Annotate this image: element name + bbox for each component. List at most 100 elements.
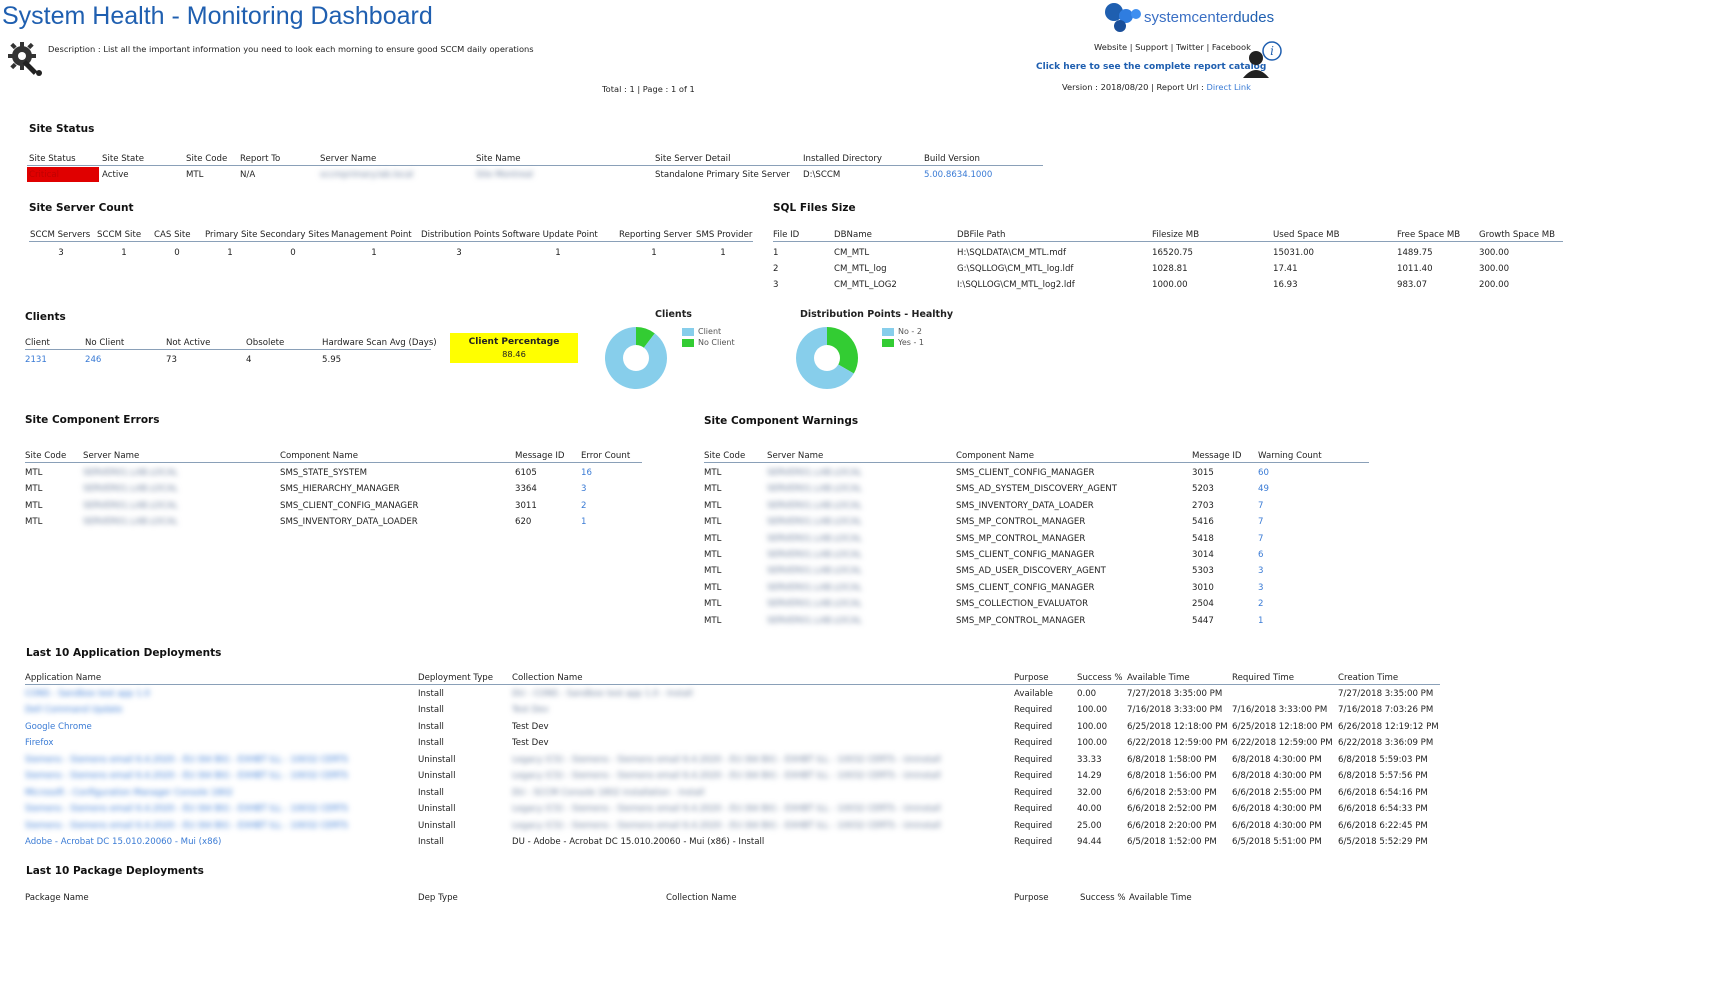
sql-cell: 1 <box>773 248 779 258</box>
application-name-link[interactable]: Google Chrome <box>25 722 92 732</box>
deployment-type-cell: Install <box>418 787 444 798</box>
available-time-cell: 6/6/2018 2:20:00 PM <box>1127 820 1217 831</box>
donut-hole <box>814 345 840 371</box>
external-links[interactable]: Website | Support | Twitter | Facebook <box>1094 42 1251 52</box>
column-header: Hardware Scan Avg (Days) <box>322 338 437 348</box>
site-code-cell: MTL <box>704 484 722 495</box>
build-version-link[interactable]: 5.00.8634.1000 <box>924 170 992 180</box>
site-code-value: MTL <box>186 170 204 180</box>
site-server-detail-value: Standalone Primary Site Server <box>655 170 790 180</box>
server-name-cell: SERVER01.LAB.LOCAL <box>767 599 862 610</box>
clients-title: Clients <box>25 311 66 323</box>
server-name-cell: SERVER01.LAB.LOCAL <box>767 517 862 528</box>
server-count-title: Site Server Count <box>29 202 134 214</box>
warning-count-link[interactable]: 7 <box>1258 517 1263 527</box>
application-name-link[interactable]: Siemens - Siemens email 6.4.2020 - EU (6… <box>25 755 348 765</box>
deployment-type-cell: Uninstall <box>418 820 456 831</box>
report-description: Description : List all the important inf… <box>48 44 534 54</box>
column-header: SMS Provider <box>696 230 753 240</box>
catalog-link[interactable]: Click here to see the complete report ca… <box>1036 62 1266 72</box>
legend-label: Yes - 1 <box>898 338 924 347</box>
column-header: Installed Directory <box>803 154 882 164</box>
collection-name-cell: Test Dev <box>512 721 549 732</box>
server-count-value: 1 <box>651 248 657 258</box>
success-cell: 14.29 <box>1077 771 1102 782</box>
clients-count-link[interactable]: 2131 <box>25 355 47 365</box>
brand-logo[interactable]: systemcenterdudes <box>1102 2 1292 34</box>
warning-count-link[interactable]: 2 <box>1258 599 1263 609</box>
application-name-link[interactable]: Microsoft - Configuration Manager Consol… <box>25 788 233 798</box>
component-name-cell: SMS_HIERARCHY_MANAGER <box>280 484 400 495</box>
component-name-cell: SMS_MP_CONTROL_MANAGER <box>956 615 1086 626</box>
message-id-cell: 5303 <box>1192 566 1214 577</box>
logo-icon <box>1105 3 1141 32</box>
warning-count-link[interactable]: 3 <box>1258 566 1263 576</box>
site-code-cell: MTL <box>704 599 722 610</box>
sql-cell: 300.00 <box>1479 264 1510 274</box>
creation-time-cell: 7/27/2018 3:35:00 PM <box>1338 689 1434 699</box>
column-header: Application Name <box>25 673 102 683</box>
sql-cell: 1000.00 <box>1152 280 1188 290</box>
warning-count-link[interactable]: 60 <box>1258 468 1269 478</box>
server-count-value: 3 <box>58 248 64 258</box>
error-count-link[interactable]: 2 <box>581 501 586 511</box>
clients-value: 73 <box>166 355 177 365</box>
column-header: Message ID <box>515 451 565 461</box>
legend-swatch <box>682 338 694 347</box>
component-name-cell: SMS_AD_USER_DISCOVERY_AGENT <box>956 566 1106 577</box>
column-header: Site State <box>102 154 144 164</box>
application-name-link[interactable]: Siemens - Siemens email 6.4.2020 - EU (6… <box>25 821 348 831</box>
application-name-link[interactable]: Adobe - Acrobat DC 15.010.20060 - Mui (x… <box>25 837 221 847</box>
warning-count-link[interactable]: 3 <box>1258 583 1263 593</box>
client-percentage-value: 88.46 <box>502 349 526 359</box>
info-person-icon: i <box>1240 40 1284 78</box>
application-name-link[interactable]: Dell Command Update <box>25 705 122 715</box>
application-name-link[interactable]: Siemens - Siemens email 6.4.2020 - EU (6… <box>25 771 348 781</box>
column-header: Build Version <box>924 154 980 164</box>
application-name-link[interactable]: CONS - Sandbox test app 1.0 <box>25 689 150 699</box>
server-name-cell: SERVER01.LAB.LOCAL <box>767 550 862 560</box>
warning-count-link[interactable]: 7 <box>1258 501 1263 511</box>
warning-count-link[interactable]: 6 <box>1258 550 1263 560</box>
site-code-cell: MTL <box>704 533 722 544</box>
success-cell: 100.00 <box>1077 738 1108 749</box>
message-id-cell: 620 <box>515 517 532 528</box>
server-name-cell: SERVER01.LAB.LOCAL <box>83 484 178 495</box>
warning-count-link[interactable]: 49 <box>1258 484 1269 494</box>
errors-title: Site Component Errors <box>25 414 160 426</box>
legend-label: No Client <box>698 338 735 347</box>
sql-cell: 200.00 <box>1479 280 1510 290</box>
brand-bold: dudes <box>1233 9 1275 26</box>
server-name-cell: SERVER01.LAB.LOCAL <box>767 533 862 544</box>
column-header: Free Space MB <box>1397 230 1461 240</box>
error-count-link[interactable]: 1 <box>581 517 586 527</box>
column-header: Obsolete <box>246 338 285 348</box>
required-time-cell: 6/25/2018 12:18:00 PM <box>1232 721 1333 732</box>
sql-cell: H:\SQLDATA\CM_MTL.mdf <box>957 248 1067 258</box>
creation-time-cell: 6/22/2018 3:36:09 PM <box>1338 738 1434 749</box>
column-header: Site Code <box>704 451 746 461</box>
available-time-cell: 6/8/2018 1:56:00 PM <box>1127 771 1217 782</box>
component-name-cell: SMS_CLIENT_CONFIG_MANAGER <box>280 500 419 511</box>
application-name-link[interactable]: Siemens - Siemens email 6.4.2020 - EU (6… <box>25 804 348 814</box>
error-count-link[interactable]: 16 <box>581 468 592 478</box>
server-count-value: 1 <box>720 248 726 258</box>
server-name-cell: SERVER01.LAB.LOCAL <box>767 468 862 478</box>
creation-time-cell: 6/26/2018 12:19:12 PM <box>1338 721 1439 732</box>
column-header: Required Time <box>1232 673 1295 683</box>
direct-link[interactable]: Direct Link <box>1206 82 1250 92</box>
collection-name-cell: Test Dev <box>512 705 549 716</box>
success-cell: 33.33 <box>1077 754 1102 765</box>
application-name-link[interactable]: Firefox <box>25 738 53 748</box>
site-code-cell: MTL <box>704 517 722 528</box>
error-count-link[interactable]: 3 <box>581 484 586 494</box>
column-header: Report To <box>240 154 281 164</box>
sql-cell: CM_MTL_log <box>834 264 887 274</box>
site-code-cell: MTL <box>704 550 722 560</box>
sql-cell: CM_MTL <box>834 248 870 258</box>
deployment-type-cell: Uninstall <box>418 754 456 765</box>
warning-count-link[interactable]: 1 <box>1258 616 1263 626</box>
clients-count-link[interactable]: 246 <box>85 355 101 365</box>
column-header: Component Name <box>280 451 358 461</box>
warning-count-link[interactable]: 7 <box>1258 534 1263 544</box>
